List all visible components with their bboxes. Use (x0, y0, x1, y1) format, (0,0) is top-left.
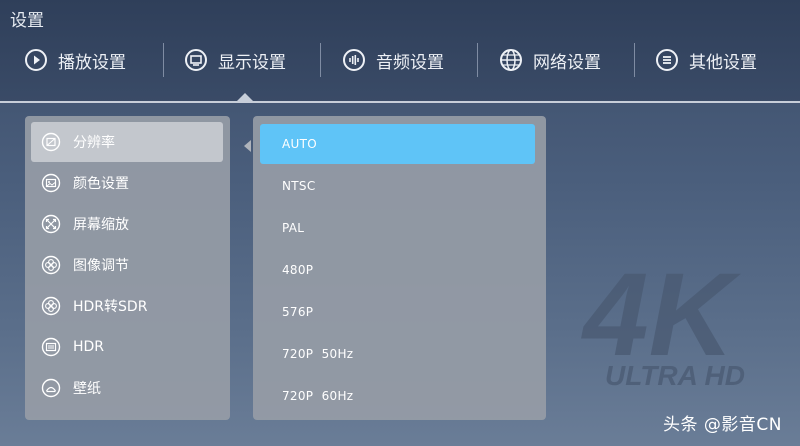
tab-display[interactable]: 显示设置 (184, 40, 286, 80)
tab-network[interactable]: 网络设置 (499, 40, 601, 80)
menu-label: 壁纸 (73, 381, 101, 397)
menu-label: 图像调节 (73, 258, 129, 274)
wallpaper-icon (41, 378, 61, 398)
tab-divider (320, 43, 321, 77)
menu-label: HDR (73, 339, 105, 355)
tab-bar: 播放设置 显示设置 音频设置 网络设置 其他设置 (0, 40, 800, 80)
4k-ultra-hd-watermark: 4K ULTRA HD (581, 249, 745, 391)
aperture-icon (41, 255, 61, 275)
option-480p[interactable]: 480P (260, 250, 535, 290)
menu-item-hdr-to-sdr[interactable]: HDR转SDR (31, 286, 223, 326)
menu-item-color[interactable]: 颜色设置 (31, 163, 223, 203)
play-circle-icon (24, 48, 48, 72)
resolution-icon (41, 132, 61, 152)
option-ntsc[interactable]: NTSC (260, 166, 535, 206)
option-576p[interactable]: 576P (260, 292, 535, 332)
active-tab-indicator (236, 93, 254, 102)
brand-watermark: 头条 @影音CN (663, 415, 782, 435)
menu-label: 屏幕缩放 (73, 217, 129, 233)
tab-label: 音频设置 (376, 52, 444, 73)
option-720p-60hz[interactable]: 720P 60Hz (260, 376, 535, 416)
resolution-options: AUTO NTSC PAL 480P 576P 720P 50Hz 720P 6… (253, 116, 546, 420)
tab-label: 其他设置 (689, 52, 757, 73)
menu-lines-icon (655, 48, 679, 72)
menu-item-wallpaper[interactable]: 壁纸 (31, 368, 223, 408)
tab-divider (477, 43, 478, 77)
tab-label: 显示设置 (218, 52, 286, 73)
page-title: 设置 (10, 11, 44, 31)
audio-wave-icon (342, 48, 366, 72)
aperture-icon (41, 296, 61, 316)
settings-menu: 分辨率 颜色设置 屏幕缩放 图像调节 HDR转SDR HDR 壁纸 (25, 116, 230, 420)
menu-item-hdr[interactable]: HDR (31, 327, 223, 367)
menu-item-zoom[interactable]: 屏幕缩放 (31, 204, 223, 244)
hdr-icon (41, 337, 61, 357)
option-720p-50hz[interactable]: 720P 50Hz (260, 334, 535, 374)
menu-label: 分辨率 (73, 135, 115, 151)
submenu-pointer (244, 140, 251, 152)
expand-icon (41, 214, 61, 234)
globe-icon (499, 48, 523, 72)
image-icon (41, 173, 61, 193)
tab-other[interactable]: 其他设置 (655, 40, 757, 80)
menu-item-picture[interactable]: 图像调节 (31, 245, 223, 285)
watermark-ultrahd-text: ULTRA HD (605, 360, 745, 391)
tab-label: 播放设置 (58, 52, 126, 73)
option-pal[interactable]: PAL (260, 208, 535, 248)
tab-playback[interactable]: 播放设置 (24, 40, 126, 80)
monitor-icon (184, 48, 208, 72)
option-auto[interactable]: AUTO (260, 124, 535, 164)
tab-audio[interactable]: 音频设置 (342, 40, 444, 80)
menu-item-resolution[interactable]: 分辨率 (31, 122, 223, 162)
tab-divider (634, 43, 635, 77)
tab-underline (0, 101, 800, 103)
tab-divider (163, 43, 164, 77)
menu-label: 颜色设置 (73, 176, 129, 192)
menu-label: HDR转SDR (73, 299, 148, 315)
tab-label: 网络设置 (533, 52, 601, 73)
